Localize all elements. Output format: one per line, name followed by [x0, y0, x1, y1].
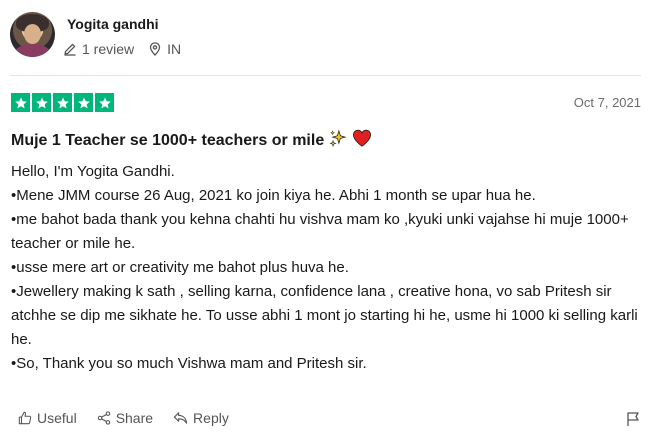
review-body: Hello, I'm Yogita Gandhi. •Mene JMM cour… [11, 160, 641, 376]
header-divider [10, 75, 641, 76]
reply-icon [173, 412, 188, 424]
sparkles-icon [329, 129, 347, 152]
thumbs-up-icon [18, 411, 32, 425]
pencil-icon [64, 43, 76, 56]
heart-icon [352, 129, 372, 152]
review-line: •Jewellery making k sath , selling karna… [11, 283, 638, 348]
useful-label: Useful [37, 410, 77, 426]
star-icon [53, 93, 72, 112]
star-rating [11, 93, 114, 112]
review-actions: Useful Share Reply [18, 410, 229, 426]
review-title[interactable]: Muje 1 Teacher se 1000+ teachers or mile [11, 129, 372, 152]
review-count: 1 review [63, 41, 134, 57]
star-icon [32, 93, 51, 112]
reply-label: Reply [193, 410, 229, 426]
review-line: •So, Thank you so much Vishwa mam and Pr… [11, 355, 367, 372]
share-icon [97, 411, 110, 425]
review-line: •me bahot bada thank you kehna chahti hu… [11, 211, 629, 252]
review-line: •usse mere art or creativity me bahot pl… [11, 259, 349, 276]
review-date: Oct 7, 2021 [573, 95, 641, 110]
location-pin-icon [149, 42, 161, 56]
share-button[interactable]: Share [97, 410, 153, 426]
review-line: Hello, I'm Yogita Gandhi. [11, 163, 175, 180]
star-icon [74, 93, 93, 112]
useful-button[interactable]: Useful [18, 410, 77, 426]
reviewer-meta: 1 review IN [63, 41, 195, 57]
share-label: Share [115, 410, 154, 426]
avatar[interactable] [10, 12, 55, 57]
review-count-label: 1 review [82, 41, 135, 57]
country-label: IN [167, 41, 182, 57]
flag-icon [627, 412, 639, 426]
review-title-text[interactable]: Muje 1 Teacher se 1000+ teachers or mile [11, 132, 324, 150]
star-icon [95, 93, 114, 112]
review-card: Yogita gandhi 1 review IN Oct 7, 2021 Mu… [0, 0, 651, 445]
reply-button[interactable]: Reply [173, 410, 229, 426]
reviewer-name[interactable]: Yogita gandhi [67, 16, 159, 32]
review-line: •Mene JMM course 26 Aug, 2021 ko join ki… [11, 187, 536, 204]
report-flag-button[interactable] [625, 411, 641, 432]
reviewer-country: IN [148, 41, 181, 57]
star-icon [11, 93, 30, 112]
